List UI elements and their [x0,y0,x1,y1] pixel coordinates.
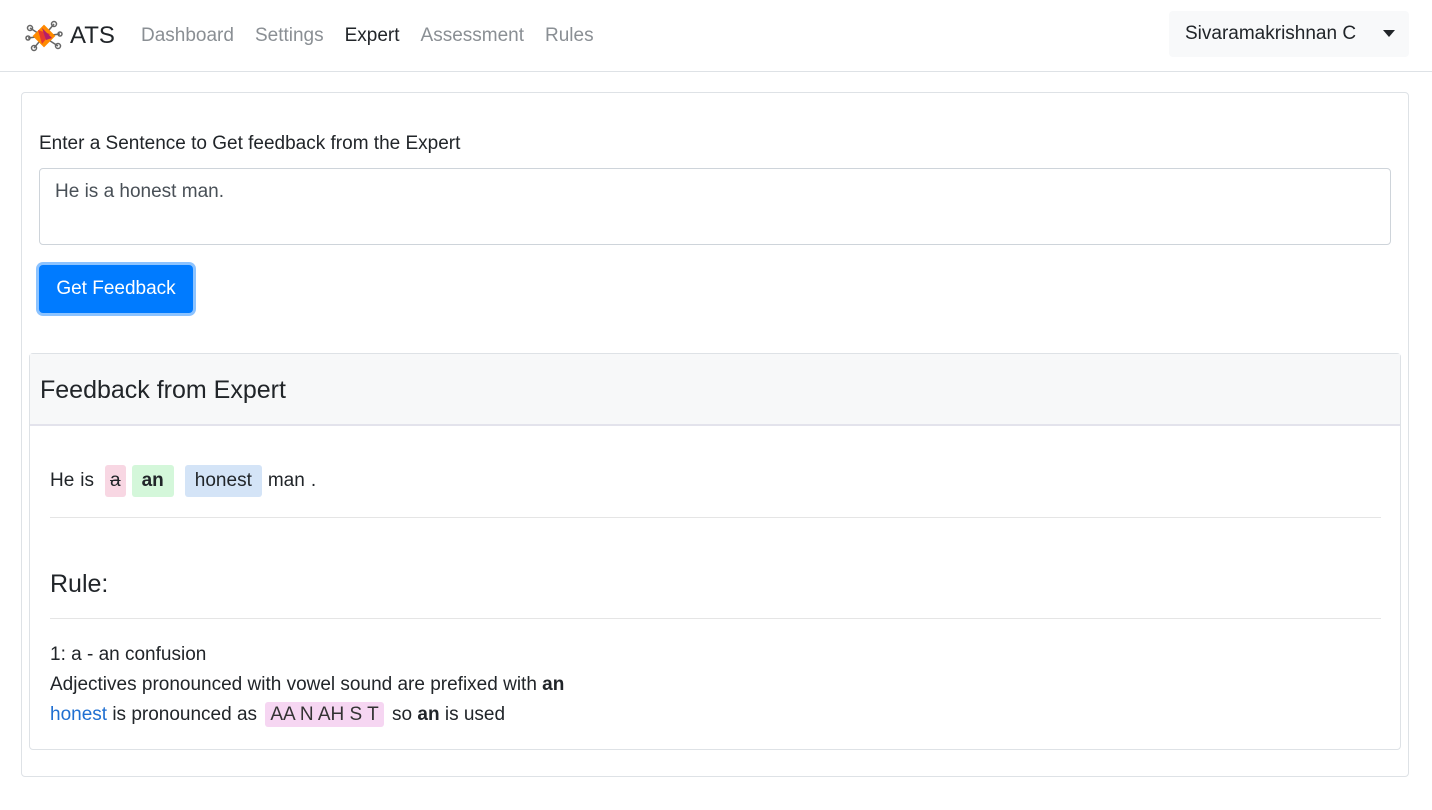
rule-so-text: so [392,704,413,725]
rule-description: Adjectives pronounced with vowel sound a… [50,674,564,696]
phonetic-badge: AA N AH S T [265,702,384,727]
nav-link-assessment[interactable]: Assessment [421,25,524,47]
brand[interactable]: ATS [24,14,115,58]
rule-title: 1: a - an confusion [50,644,207,665]
nav-links: Dashboard Settings Expert Assessment Rul… [141,0,615,72]
corrected-sentence: He is a an honest man . [50,462,322,500]
rule-description-bold: an [542,674,565,695]
inserted-token: an [131,465,174,497]
feedback-card: Feedback from Expert He is a an honest m… [29,353,1401,750]
sentence-input-label: Enter a Sentence to Get feedback from th… [39,133,461,154]
nav-link-settings[interactable]: Settings [255,25,324,47]
divider [50,517,1381,518]
ats-logo-icon [25,20,63,52]
sentence-input[interactable]: He is a honest man. [39,168,1391,245]
brand-name: ATS [70,22,115,49]
rule-explanation: honest is pronounced as AA N AH S T so a… [50,702,506,727]
rule-used-word: an [417,704,440,725]
get-feedback-button[interactable]: Get Feedback [39,265,193,313]
caret-down-icon [1383,30,1395,37]
top-navbar: ATS Dashboard Settings Expert Assessment… [0,0,1432,72]
rule-is-used-text: is used [444,704,506,725]
nav-link-dashboard[interactable]: Dashboard [141,25,234,47]
rule-pronounced-text: is pronounced as [112,704,258,725]
token-punct: . [310,470,317,491]
nav-link-expert[interactable]: Expert [345,25,400,47]
feedback-card-header: Feedback from Expert [30,354,1400,426]
highlighted-token: honest [184,465,262,497]
user-name: Sivaramakrishnan C [1185,23,1357,44]
token-word: is [80,470,95,491]
expert-card: Enter a Sentence to Get feedback from th… [21,92,1409,777]
token-word: man [267,470,305,491]
nav-link-rules[interactable]: Rules [545,25,594,47]
rule-word-link[interactable]: honest [50,704,107,725]
token-word: He [50,470,75,491]
user-menu-dropdown[interactable]: Sivaramakrishnan C [1169,11,1409,57]
deleted-token: a [105,465,126,497]
divider [50,618,1381,619]
rule-heading: Rule: [50,570,109,598]
rule-description-text: Adjectives pronounced with vowel sound a… [50,674,537,695]
feedback-title: Feedback from Expert [40,376,286,404]
